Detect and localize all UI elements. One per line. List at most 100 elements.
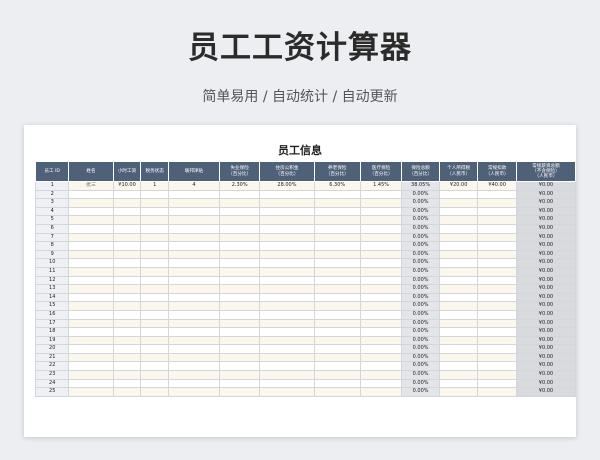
cell-medical-insurance[interactable] xyxy=(359,275,403,286)
cell-hourly-wage[interactable]: ¥10.00 xyxy=(112,181,142,191)
cell-pension-insurance[interactable]: 6.30% xyxy=(313,181,361,191)
cell-pension-insurance[interactable] xyxy=(313,258,361,268)
cell-income-tax[interactable] xyxy=(438,370,479,380)
cell-medical-insurance[interactable] xyxy=(359,361,403,372)
cell-hourly-wage[interactable] xyxy=(112,284,142,294)
cell-tax-status[interactable] xyxy=(140,284,169,294)
cell-housing-fund[interactable] xyxy=(259,284,315,294)
cell-pension-insurance[interactable] xyxy=(313,344,361,354)
cell-medical-insurance[interactable] xyxy=(359,352,403,363)
cell-federal-allowance[interactable] xyxy=(167,292,220,303)
cell-tax-status[interactable] xyxy=(140,370,169,380)
cell-unemployment-insurance[interactable]: 2.30% xyxy=(218,181,261,191)
cell-medical-insurance[interactable] xyxy=(359,198,403,208)
cell-federal-allowance[interactable] xyxy=(167,327,220,337)
cell-tax-status[interactable] xyxy=(140,352,169,363)
cell-unemployment-insurance[interactable] xyxy=(218,266,261,277)
cell-tax-status[interactable] xyxy=(140,327,169,337)
cell-regular-deduction[interactable] xyxy=(477,335,517,346)
cell-federal-allowance[interactable] xyxy=(167,284,220,294)
cell-federal-allowance[interactable] xyxy=(167,215,220,225)
cell-regular-deduction[interactable] xyxy=(477,215,517,225)
cell-tax-status[interactable] xyxy=(140,301,169,311)
cell-unemployment-insurance[interactable] xyxy=(218,198,261,208)
cell-tax-status[interactable] xyxy=(140,189,169,200)
cell-income-tax[interactable] xyxy=(438,361,479,372)
cell-tax-status[interactable] xyxy=(140,215,169,225)
cell-unemployment-insurance[interactable] xyxy=(218,352,261,363)
cell-housing-fund[interactable] xyxy=(259,189,315,200)
cell-income-tax[interactable] xyxy=(438,258,479,268)
cell-income-tax[interactable] xyxy=(438,335,479,346)
cell-income-tax[interactable] xyxy=(438,215,479,225)
cell-pension-insurance[interactable] xyxy=(313,352,361,363)
cell-regular-deduction[interactable] xyxy=(477,352,517,363)
cell-housing-fund[interactable] xyxy=(259,309,315,320)
cell-federal-allowance[interactable] xyxy=(167,387,220,397)
cell-housing-fund[interactable] xyxy=(259,198,315,208)
cell-medical-insurance[interactable] xyxy=(359,292,403,303)
cell-name[interactable] xyxy=(68,241,114,251)
cell-unemployment-insurance[interactable] xyxy=(218,189,261,200)
cell-unemployment-insurance[interactable] xyxy=(218,378,261,389)
cell-regular-deduction[interactable] xyxy=(477,284,517,294)
cell-name[interactable] xyxy=(68,258,114,268)
cell-tax-status[interactable] xyxy=(140,309,169,320)
cell-regular-deduction[interactable] xyxy=(477,344,517,354)
cell-tax-status[interactable] xyxy=(140,223,169,234)
cell-hourly-wage[interactable] xyxy=(112,266,142,277)
cell-regular-deduction[interactable] xyxy=(477,318,517,329)
cell-name[interactable] xyxy=(68,370,114,380)
cell-hourly-wage[interactable] xyxy=(112,189,142,200)
cell-medical-insurance[interactable] xyxy=(359,387,403,397)
cell-medical-insurance[interactable] xyxy=(359,189,403,200)
cell-income-tax[interactable] xyxy=(438,275,479,286)
cell-hourly-wage[interactable] xyxy=(112,232,142,243)
cell-federal-allowance[interactable] xyxy=(167,266,220,277)
cell-federal-allowance[interactable] xyxy=(167,189,220,200)
cell-tax-status[interactable] xyxy=(140,258,169,268)
cell-income-tax[interactable] xyxy=(438,378,479,389)
cell-housing-fund[interactable] xyxy=(259,206,315,217)
cell-federal-allowance[interactable] xyxy=(167,301,220,311)
cell-pension-insurance[interactable] xyxy=(313,206,361,217)
cell-hourly-wage[interactable] xyxy=(112,292,142,303)
cell-pension-insurance[interactable] xyxy=(313,292,361,303)
cell-pension-insurance[interactable] xyxy=(313,309,361,320)
cell-tax-status[interactable] xyxy=(140,361,169,372)
cell-name[interactable] xyxy=(68,344,114,354)
cell-hourly-wage[interactable] xyxy=(112,344,142,354)
cell-housing-fund[interactable] xyxy=(259,370,315,380)
cell-unemployment-insurance[interactable] xyxy=(218,223,261,234)
cell-regular-deduction[interactable] xyxy=(477,387,517,397)
cell-tax-status[interactable] xyxy=(140,266,169,277)
cell-housing-fund[interactable] xyxy=(259,232,315,243)
cell-name[interactable] xyxy=(68,275,114,286)
cell-hourly-wage[interactable] xyxy=(112,198,142,208)
cell-regular-deduction[interactable] xyxy=(477,241,517,251)
cell-housing-fund[interactable] xyxy=(259,241,315,251)
cell-medical-insurance[interactable] xyxy=(359,223,403,234)
cell-income-tax[interactable] xyxy=(438,301,479,311)
cell-medical-insurance[interactable] xyxy=(359,301,403,311)
cell-medical-insurance[interactable] xyxy=(359,335,403,346)
cell-income-tax[interactable] xyxy=(438,189,479,200)
cell-name[interactable] xyxy=(68,232,114,243)
cell-federal-allowance[interactable]: 4 xyxy=(167,181,220,191)
cell-pension-insurance[interactable] xyxy=(313,301,361,311)
cell-regular-deduction[interactable] xyxy=(477,301,517,311)
cell-federal-allowance[interactable] xyxy=(167,378,220,389)
cell-hourly-wage[interactable] xyxy=(112,335,142,346)
cell-income-tax[interactable] xyxy=(438,241,479,251)
cell-regular-deduction[interactable] xyxy=(477,378,517,389)
cell-pension-insurance[interactable] xyxy=(313,249,361,260)
cell-unemployment-insurance[interactable] xyxy=(218,387,261,397)
cell-unemployment-insurance[interactable] xyxy=(218,241,261,251)
cell-tax-status[interactable] xyxy=(140,249,169,260)
cell-hourly-wage[interactable] xyxy=(112,206,142,217)
cell-federal-allowance[interactable] xyxy=(167,370,220,380)
cell-name[interactable] xyxy=(68,284,114,294)
cell-name[interactable] xyxy=(68,249,114,260)
cell-income-tax[interactable] xyxy=(438,292,479,303)
cell-income-tax[interactable] xyxy=(438,198,479,208)
